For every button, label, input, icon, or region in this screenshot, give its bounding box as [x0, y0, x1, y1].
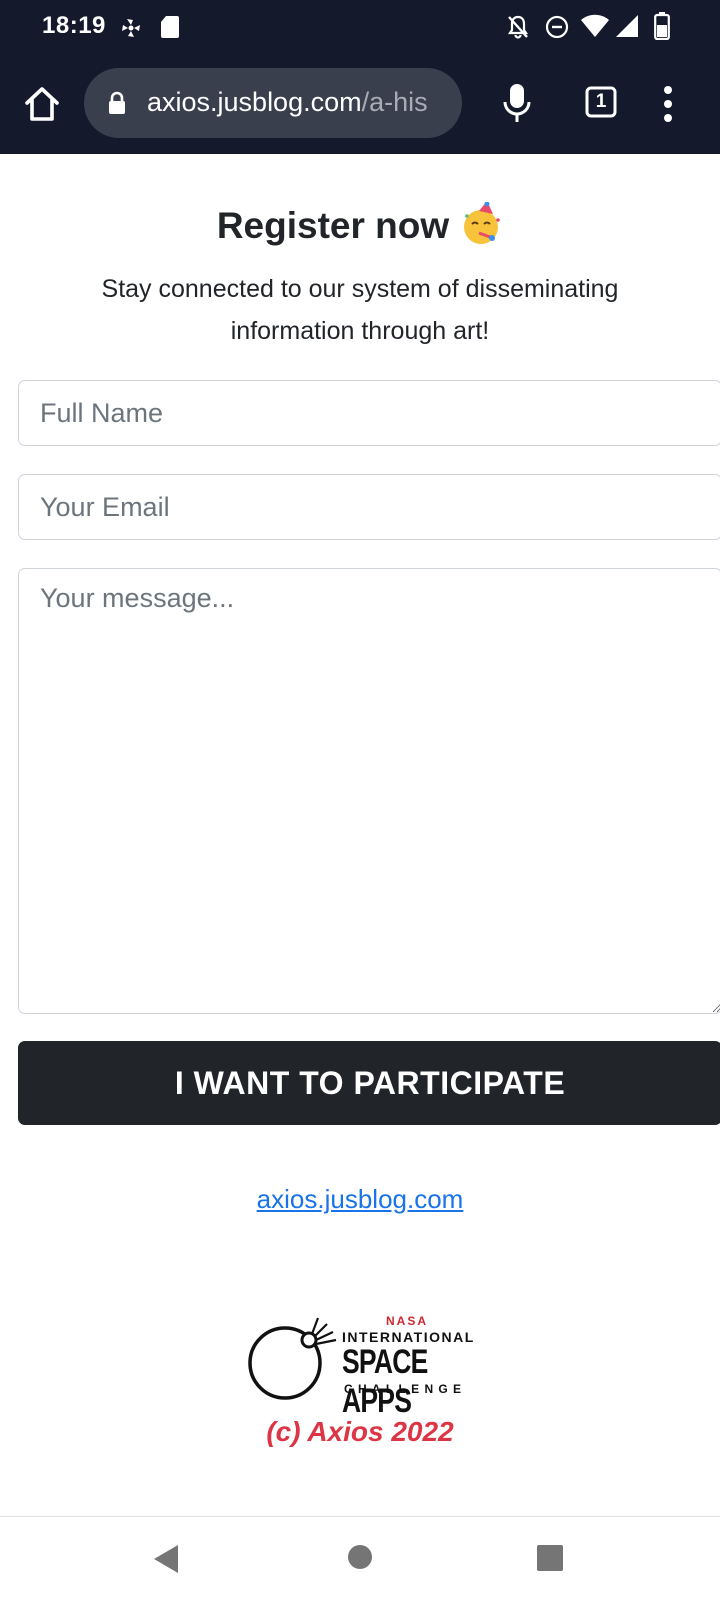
home-circle-icon[interactable] — [347, 1544, 373, 1570]
do-not-disturb-icon — [545, 15, 569, 39]
browser-toolbar: axios.jusblog.com/a-his 1 — [0, 54, 720, 154]
url-domain: axios.jusblog.com — [147, 87, 362, 117]
partying-face-icon — [464, 202, 500, 244]
tab-count: 1 — [595, 91, 607, 112]
message-textarea[interactable] — [18, 568, 720, 1014]
page-title-text: Register now — [216, 205, 450, 246]
participate-button[interactable]: I WANT TO PARTICIPATE — [18, 1041, 720, 1125]
signal-icon — [616, 15, 638, 37]
logo-nasa-text: NASA — [386, 1314, 429, 1328]
url-text: axios.jusblog.com/a-his — [147, 87, 447, 118]
address-bar[interactable]: axios.jusblog.com/a-his — [84, 68, 462, 138]
email-input[interactable] — [18, 474, 720, 540]
tab-switcher-button[interactable]: 1 — [585, 86, 617, 118]
full-name-input[interactable] — [18, 380, 720, 446]
sd-card-icon — [161, 16, 179, 38]
copyright-text: (c) Axios 2022 — [266, 1416, 454, 1447]
site-link[interactable]: axios.jusblog.com — [0, 1184, 720, 1215]
status-bar: 18:19 — [0, 0, 720, 54]
navigation-bar — [0, 1517, 720, 1600]
back-icon[interactable] — [152, 1543, 180, 1575]
lock-icon — [109, 91, 125, 114]
recent-apps-icon[interactable] — [537, 1545, 563, 1571]
home-icon[interactable] — [22, 84, 62, 124]
url-path: /a-his — [361, 87, 428, 117]
fan-icon — [122, 19, 140, 37]
logo-challenge-text: CHALLENGE — [344, 1382, 467, 1396]
bell-off-icon — [507, 15, 529, 39]
page-subtitle: Stay connected to our system of dissemin… — [101, 275, 619, 345]
status-time: 18:19 — [42, 12, 106, 39]
more-options-icon[interactable] — [660, 84, 676, 124]
battery-icon — [654, 12, 670, 40]
space-apps-logo: NASA INTERNATIONAL SPACE APPS CHALLENGE — [248, 1310, 478, 1420]
page-title: Register now — [0, 202, 720, 247]
space-apps-emblem — [248, 1317, 337, 1400]
wifi-icon — [581, 14, 609, 37]
microphone-icon[interactable] — [502, 82, 532, 126]
